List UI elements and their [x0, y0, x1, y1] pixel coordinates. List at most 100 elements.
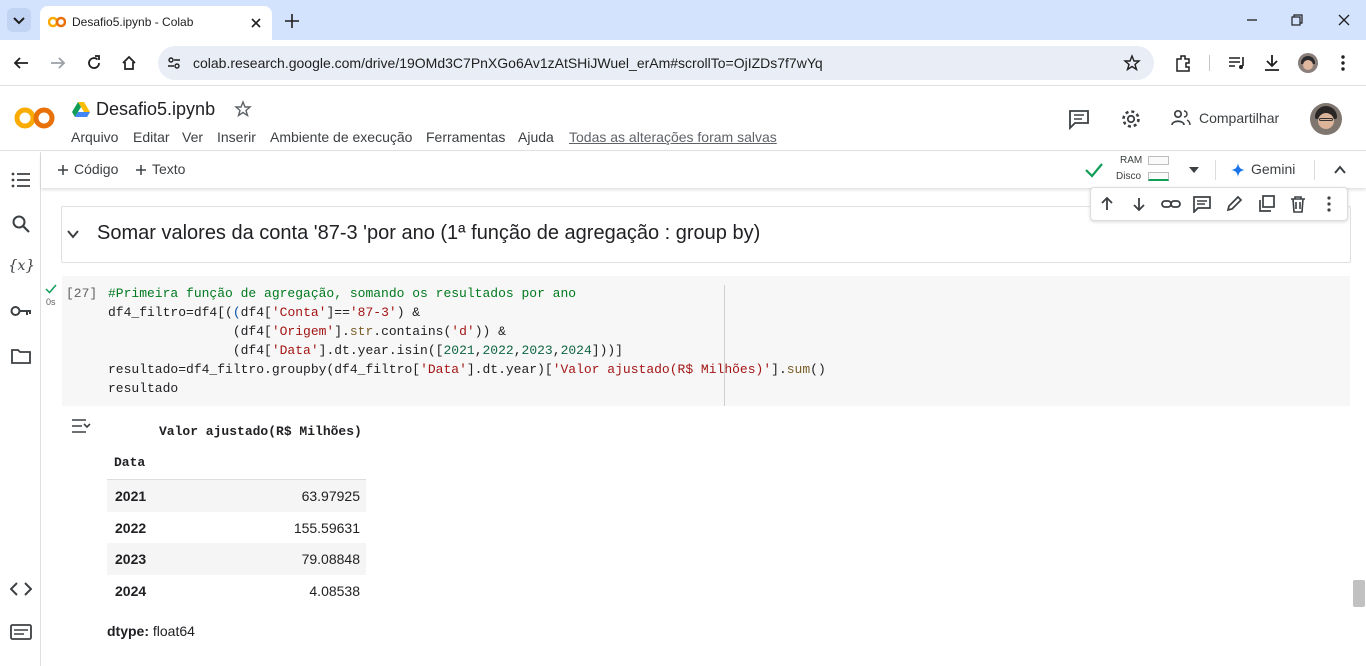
toolbar-divider — [1215, 160, 1216, 180]
home-icon[interactable] — [120, 54, 138, 72]
settings-gear-icon[interactable] — [1120, 108, 1142, 130]
move-cell-up-icon[interactable] — [1099, 196, 1115, 212]
address-bar[interactable]: colab.research.google.com/drive/19OMd3C7… — [158, 46, 1154, 80]
code-line-1: #Primeira função de agregação, somando o… — [108, 286, 577, 301]
star-notebook-icon[interactable] — [234, 100, 252, 118]
edit-pencil-icon[interactable] — [1225, 195, 1243, 213]
add-comment-icon[interactable] — [1193, 195, 1211, 213]
add-code-button[interactable]: Código — [57, 152, 123, 188]
gemini-sparkle-icon — [1231, 163, 1245, 177]
runtime-dropdown-icon[interactable] — [1187, 165, 1201, 175]
menu-editar[interactable]: Editar — [133, 129, 170, 145]
row-index: 2021 — [115, 488, 147, 504]
browser-tab[interactable]: Desafio5.ipynb - Colab — [40, 6, 272, 40]
cell-action-toolbar — [1090, 187, 1348, 221]
toolbar-divider — [1209, 55, 1210, 71]
url-text: colab.research.google.com/drive/19OMd3C7… — [193, 55, 823, 71]
add-code-label: Código — [74, 161, 119, 177]
restore-icon[interactable] — [1289, 12, 1305, 28]
left-sidebar: {x} — [0, 152, 41, 666]
series-name-header: Valor ajustado(R$ Milhões) — [159, 424, 362, 439]
menu-ajuda[interactable]: Ajuda — [518, 129, 554, 145]
code-cell[interactable]: [27] #Primeira função de agregação, soma… — [62, 276, 1350, 406]
back-icon[interactable] — [12, 54, 30, 72]
collapse-header-icon[interactable] — [1333, 163, 1347, 177]
collapse-section-icon[interactable] — [66, 227, 80, 241]
close-window-icon[interactable] — [1336, 12, 1352, 28]
menu-ambiente-de-execucao[interactable]: Ambiente de execução — [270, 129, 412, 145]
code-snippets-icon[interactable] — [10, 581, 32, 597]
colab-favicon-icon — [48, 16, 66, 28]
table-row: 2021 63.97925 — [107, 480, 366, 512]
table-row: 2023 79.08848 — [107, 543, 366, 575]
table-of-contents-icon[interactable] — [11, 171, 31, 189]
close-tab-icon[interactable] — [248, 15, 264, 31]
terminal-icon[interactable] — [10, 624, 32, 640]
save-status-link[interactable]: Todas as alterações foram salvas — [569, 129, 777, 145]
site-info-icon[interactable] — [166, 55, 182, 71]
search-icon[interactable] — [11, 214, 31, 234]
row-index: 2023 — [115, 551, 147, 567]
mirror-cell-icon[interactable] — [1257, 195, 1275, 213]
add-text-button[interactable]: Texto — [135, 152, 195, 188]
download-icon[interactable] — [1262, 53, 1282, 73]
move-cell-down-icon[interactable] — [1131, 196, 1147, 212]
menu-ferramentas[interactable]: Ferramentas — [426, 129, 505, 145]
tab-search-button[interactable] — [7, 8, 31, 32]
comments-icon[interactable] — [1068, 108, 1090, 130]
notebook-title[interactable]: Desafio5.ipynb — [96, 99, 215, 120]
tab-title: Desafio5.ipynb - Colab — [72, 15, 194, 29]
menu-ver[interactable]: Ver — [182, 129, 203, 145]
execution-time: 0s — [46, 297, 56, 307]
scrollbar-thumb[interactable] — [1353, 580, 1365, 607]
ram-label: RAM — [1120, 155, 1143, 166]
google-drive-icon[interactable] — [72, 101, 90, 117]
share-button[interactable]: Compartilhar — [1199, 110, 1279, 126]
row-index: 2024 — [115, 582, 147, 599]
run-success-check-icon — [45, 284, 57, 294]
index-name-header: Data — [114, 455, 146, 470]
section-heading: Somar valores da conta '87-3 'por ano (1… — [97, 222, 761, 244]
gemini-button[interactable]: Gemini — [1231, 152, 1301, 188]
gemini-label: Gemini — [1251, 161, 1296, 177]
menu-arquivo[interactable]: Arquivo — [71, 129, 118, 145]
code-line-4: (df4['Data'].dt.year.isin([2021,2022,202… — [108, 343, 623, 358]
browser-profile-avatar[interactable] — [1298, 53, 1318, 73]
extensions-icon[interactable] — [1173, 53, 1193, 73]
code-line-5: resultado=df4_filtro.groupby(df4_filtro[… — [108, 362, 826, 377]
reload-icon[interactable] — [85, 54, 103, 72]
dtype-value: float64 — [152, 623, 195, 639]
link-icon[interactable] — [1161, 196, 1181, 212]
variables-icon[interactable]: {x} — [8, 256, 35, 274]
files-folder-icon[interactable] — [11, 348, 31, 364]
secrets-key-icon[interactable] — [10, 304, 32, 318]
cell-output: Valor ajustado(R$ Milhões) Data 2021 63.… — [62, 410, 1350, 666]
dtype-label: dtype: — [107, 623, 149, 639]
account-avatar[interactable] — [1310, 103, 1342, 135]
menu-inserir[interactable]: Inserir — [217, 129, 256, 145]
forward-icon[interactable] — [49, 54, 67, 72]
add-text-label: Texto — [152, 161, 186, 177]
browser-tab-bar: Desafio5.ipynb - Colab — [0, 0, 1366, 40]
more-options-icon[interactable] — [1321, 195, 1337, 213]
toolbar-divider — [1314, 160, 1315, 180]
browser-menu-icon[interactable] — [1333, 53, 1353, 73]
minimize-icon[interactable] — [1244, 12, 1260, 28]
media-controls-icon[interactable] — [1227, 53, 1247, 73]
delete-cell-icon[interactable] — [1289, 195, 1307, 213]
connected-check-icon — [1085, 163, 1103, 178]
output-table: 2021 63.97925 2022 155.59631 2023 79.088… — [107, 479, 366, 606]
row-value: 155.59631 — [293, 519, 360, 536]
ram-usage-bar — [1148, 156, 1169, 165]
colab-toolbar: Código Texto RAM Disco Gemini — [41, 152, 1366, 188]
bookmark-star-icon[interactable] — [1123, 54, 1141, 72]
disk-usage-bar — [1148, 172, 1169, 181]
plus-icon — [58, 165, 68, 175]
new-tab-icon[interactable] — [283, 12, 301, 30]
table-row: 2022 155.59631 — [107, 512, 366, 544]
row-value: 63.97925 — [301, 488, 360, 504]
output-actions-icon[interactable] — [71, 418, 93, 434]
share-people-icon[interactable] — [1170, 109, 1192, 127]
colab-logo-icon[interactable] — [14, 106, 56, 130]
dtype-line: dtype: float64 — [107, 623, 195, 639]
